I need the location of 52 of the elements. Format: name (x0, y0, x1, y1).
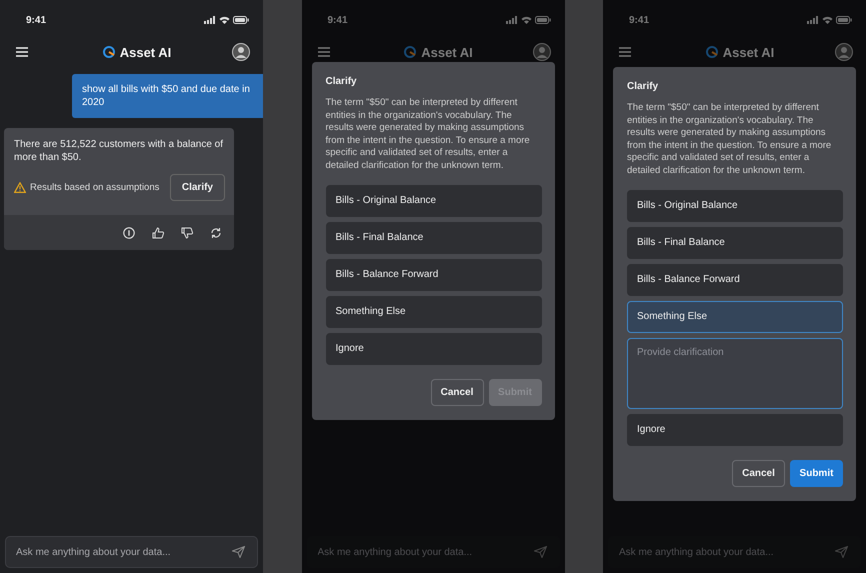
status-time: 9:41 (328, 14, 348, 26)
app-title: Asset AI (722, 44, 774, 60)
warning-text: Results based on assumptions (30, 182, 160, 193)
signal-icon (506, 16, 518, 24)
dialog-description: The term "$50" can be interpreted by different entities in the organization's vocabulary. The results were generated by making assumptions from the intent in the question. To ensure a more specific and validated set of results, enter a detailed clarification for the unknown term. (326, 97, 531, 173)
signal-icon (204, 16, 216, 24)
logo-icon (102, 46, 115, 58)
thumbs-up-icon[interactable] (152, 226, 164, 238)
app-title: Asset AI (120, 44, 172, 60)
send-icon[interactable] (232, 546, 245, 558)
chat-input[interactable]: Ask me anything about your data... (617, 546, 835, 558)
info-icon[interactable] (123, 226, 135, 238)
option-item[interactable]: Something Else (627, 300, 843, 333)
signal-icon (807, 16, 819, 24)
warning-icon (14, 182, 26, 193)
submit-button[interactable]: Submit (790, 460, 843, 487)
option-item[interactable]: Bills - Final Balance (326, 222, 542, 254)
chat-input-field[interactable]: Ask me anything about your data... (5, 536, 258, 568)
avatar-icon[interactable] (232, 43, 250, 61)
option-item[interactable]: Bills - Original Balance (627, 190, 843, 222)
battery-icon (836, 16, 852, 24)
wifi-icon (219, 16, 230, 24)
option-item[interactable]: Bills - Original Balance (326, 184, 542, 217)
option-item[interactable]: Something Else (326, 296, 542, 328)
chat-input[interactable]: Ask me anything about your data... (316, 546, 534, 558)
wifi-icon (520, 16, 532, 24)
battery-icon (534, 16, 550, 24)
status-time: 9:41 (629, 14, 650, 26)
clarification-field[interactable]: Provide clarification (627, 338, 843, 409)
logo-icon (706, 46, 718, 58)
app-title: Asset AI (421, 44, 473, 60)
option-item[interactable]: Bills - Balance Forward (326, 258, 542, 291)
dialog-title: Clarify (326, 76, 358, 87)
cancel-button[interactable]: Cancel (732, 460, 785, 487)
answer-text: There are 512,522 customers with a balance of more than $50. (14, 138, 224, 164)
option-item[interactable]: Bills - Balance Forward (627, 264, 843, 296)
option-item[interactable]: Bills - Final Balance (627, 226, 843, 259)
logo-icon (404, 46, 416, 58)
option-item[interactable]: Ignore (627, 414, 843, 446)
wifi-icon (822, 16, 833, 24)
battery-icon (233, 16, 249, 24)
user-message: show all bills with $50 and due date in 2020 (72, 74, 263, 118)
refresh-icon[interactable] (210, 226, 222, 238)
status-time: 9:41 (26, 14, 46, 26)
chat-input[interactable]: Ask me anything about your data... (14, 546, 232, 558)
thumbs-down-icon[interactable] (181, 226, 193, 238)
menu-icon[interactable] (16, 47, 28, 57)
dialog-title: Clarify (627, 81, 660, 92)
dialog-description: The term "$50" can be interpreted by different entities in the organization's vocabulary. The results were generated by making assumptions from the intent in the question. To ensure a more specific and validated set of results, enter a detailed clarification for the unknown term. (627, 102, 832, 178)
option-item[interactable]: Ignore (326, 332, 542, 365)
clarify-button[interactable]: Clarify (170, 174, 225, 201)
cancel-button[interactable]: Cancel (430, 378, 484, 406)
